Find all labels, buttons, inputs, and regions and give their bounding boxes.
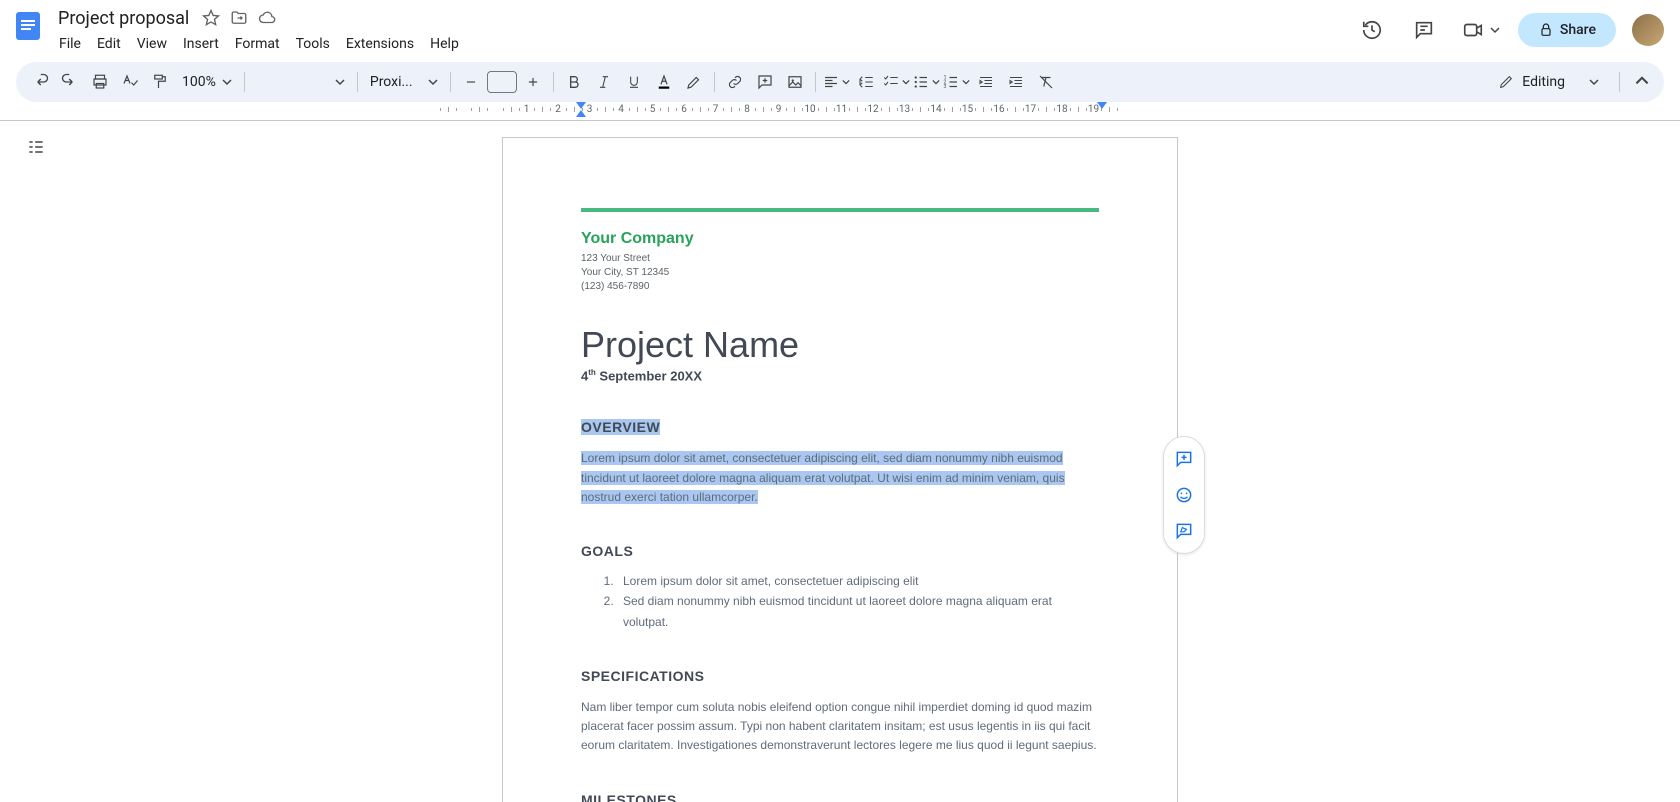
title-row: Project proposal — [52, 6, 1352, 30]
checklist-button[interactable] — [882, 68, 910, 96]
comments-icon[interactable] — [1404, 10, 1444, 50]
list-item[interactable]: Sed diam nonummy nibh euismod tincidunt … — [617, 591, 1099, 632]
menu-help[interactable]: Help — [423, 34, 466, 54]
toolbar: 100% Proxi... 123 Editing — [16, 62, 1664, 102]
font-size-increase[interactable] — [519, 68, 547, 96]
move-icon[interactable] — [227, 6, 251, 30]
font-size-decrease[interactable] — [457, 68, 485, 96]
paint-format-button[interactable] — [146, 68, 174, 96]
bold-button[interactable] — [560, 68, 588, 96]
style-selector[interactable] — [251, 68, 351, 96]
canvas[interactable]: Your Company 123 Your Street Your City, … — [0, 120, 1680, 802]
menu-edit[interactable]: Edit — [90, 34, 128, 54]
share-button[interactable]: Share — [1518, 13, 1616, 47]
align-button[interactable] — [822, 68, 850, 96]
redo-button[interactable] — [56, 68, 84, 96]
project-title[interactable]: Project Name — [581, 324, 1099, 366]
undo-button[interactable] — [26, 68, 54, 96]
header-bar — [581, 208, 1099, 212]
font-value: Proxi... — [370, 74, 413, 90]
menu-insert[interactable]: Insert — [176, 34, 226, 54]
add-comment-float-button[interactable] — [1168, 443, 1200, 475]
milestones-heading[interactable]: MILESTONES — [581, 792, 1099, 802]
font-size-group — [457, 68, 547, 96]
menu-tools[interactable]: Tools — [289, 34, 337, 54]
history-icon[interactable] — [1352, 10, 1392, 50]
font-size-input[interactable] — [487, 71, 517, 93]
page[interactable]: Your Company 123 Your Street Your City, … — [502, 137, 1178, 802]
account-avatar[interactable] — [1632, 14, 1664, 46]
company-name[interactable]: Your Company — [581, 230, 1099, 248]
separator — [357, 72, 358, 92]
menu-extensions[interactable]: Extensions — [339, 34, 421, 54]
app-header: Project proposal File Edit View Insert F… — [0, 0, 1680, 56]
document-title[interactable]: Project proposal — [52, 6, 195, 31]
share-label: Share — [1560, 22, 1596, 38]
print-button[interactable] — [86, 68, 114, 96]
specs-paragraph[interactable]: Nam liber tempor cum soluta nobis eleife… — [581, 698, 1099, 756]
ruler[interactable]: 12345678910111213141516171819 — [0, 102, 1680, 120]
meet-button[interactable] — [1456, 10, 1506, 50]
zoom-selector[interactable]: 100% — [176, 68, 238, 96]
numbered-list-button[interactable]: 123 — [942, 68, 970, 96]
link-button[interactable] — [721, 68, 749, 96]
menu-view[interactable]: View — [130, 34, 174, 54]
separator — [1619, 72, 1620, 92]
separator — [450, 72, 451, 92]
svg-text:3: 3 — [943, 84, 946, 90]
phone[interactable]: (123) 456-7890 — [581, 280, 1099, 294]
image-button[interactable] — [781, 68, 809, 96]
overview-heading[interactable]: OVERVIEW — [581, 419, 1099, 435]
line-spacing-button[interactable] — [852, 68, 880, 96]
spellcheck-button[interactable] — [116, 68, 144, 96]
italic-button[interactable] — [590, 68, 618, 96]
bullet-list-button[interactable] — [912, 68, 940, 96]
zoom-value: 100% — [182, 74, 216, 90]
goals-heading[interactable]: GOALS — [581, 543, 1099, 559]
header-right: Share — [1352, 6, 1664, 50]
add-comment-button[interactable] — [751, 68, 779, 96]
suggest-edits-button[interactable] — [1168, 515, 1200, 547]
separator — [553, 72, 554, 92]
outline-toggle-button[interactable] — [22, 133, 50, 161]
overview-paragraph[interactable]: Lorem ipsum dolor sit amet, consectetuer… — [581, 449, 1099, 507]
menu-bar: File Edit View Insert Format Tools Exten… — [52, 32, 1352, 56]
font-selector[interactable]: Proxi... — [364, 68, 444, 96]
toolbar-right: Editing — [1488, 70, 1654, 94]
emoji-reaction-button[interactable] — [1168, 479, 1200, 511]
menu-file[interactable]: File — [52, 34, 88, 54]
menu-format[interactable]: Format — [228, 34, 287, 54]
docs-logo[interactable] — [8, 6, 48, 46]
title-area: Project proposal File Edit View Insert F… — [52, 6, 1352, 56]
indent-decrease-button[interactable] — [972, 68, 1000, 96]
list-item[interactable]: Lorem ipsum dolor sit amet, consectetuer… — [617, 571, 1099, 591]
separator — [714, 72, 715, 92]
separator — [244, 72, 245, 92]
underline-button[interactable] — [620, 68, 648, 96]
mode-button[interactable]: Editing — [1488, 70, 1609, 94]
floating-tools — [1163, 436, 1205, 554]
goals-list[interactable]: Lorem ipsum dolor sit amet, consectetuer… — [581, 571, 1099, 632]
project-date[interactable]: 4th September 20XX — [581, 368, 1099, 383]
cloud-status-icon[interactable] — [255, 6, 279, 30]
separator — [815, 72, 816, 92]
star-icon[interactable] — [199, 6, 223, 30]
text-color-button[interactable] — [650, 68, 678, 96]
collapse-toolbar-button[interactable] — [1630, 70, 1654, 94]
clear-format-button[interactable] — [1032, 68, 1060, 96]
address-line-1[interactable]: 123 Your Street — [581, 252, 1099, 266]
mode-label: Editing — [1522, 74, 1565, 90]
highlight-button[interactable] — [680, 68, 708, 96]
address-line-2[interactable]: Your City, ST 12345 — [581, 266, 1099, 280]
indent-increase-button[interactable] — [1002, 68, 1030, 96]
specs-heading[interactable]: SPECIFICATIONS — [581, 668, 1099, 684]
